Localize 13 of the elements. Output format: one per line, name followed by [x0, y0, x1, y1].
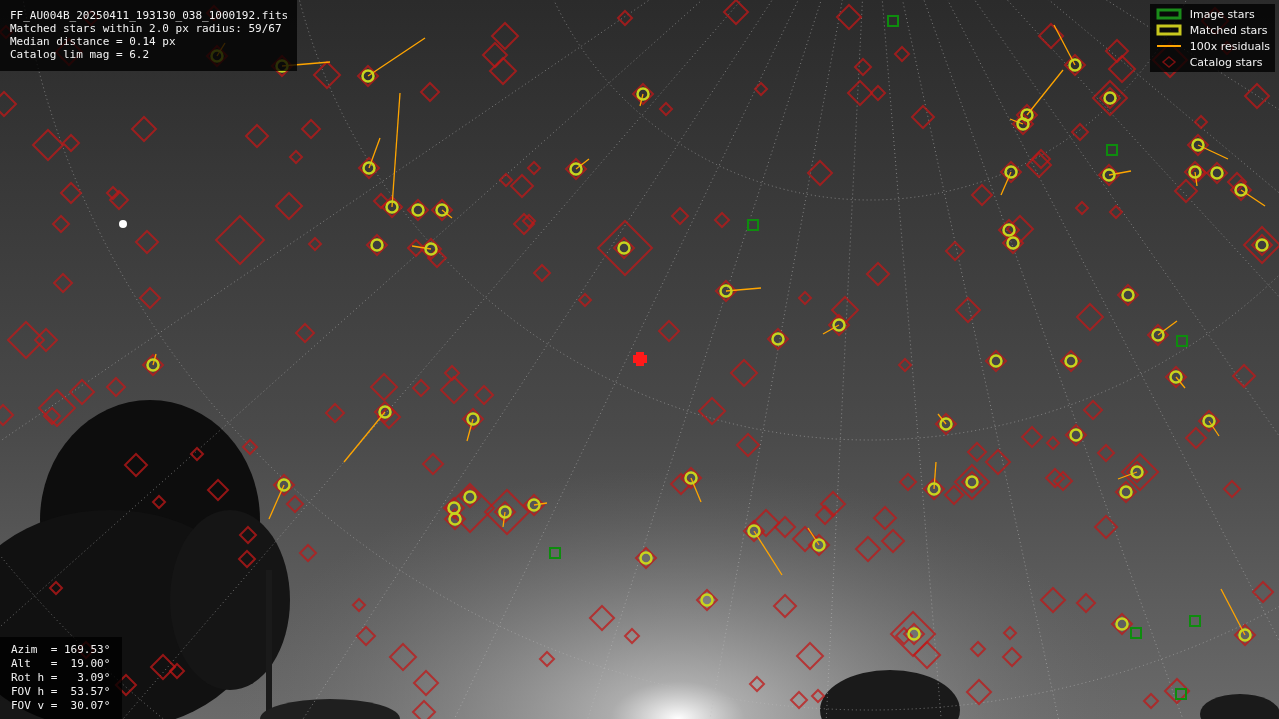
pointing-text: Azim = 169.53° — [11, 643, 111, 657]
legend-label: Matched stars — [1189, 23, 1268, 37]
pointing-text: FOV h = 53.57° — [11, 685, 111, 699]
pointing-text: FOV v = 30.07° — [11, 699, 111, 713]
legend-label: Catalog stars — [1189, 55, 1263, 69]
info-text: Catalog lim mag = 6.2 — [10, 48, 151, 61]
info-text: Median distance = 0.14 px — [10, 35, 177, 48]
pointing-text: Alt = 19.00° — [11, 657, 111, 671]
legend-label: Image stars — [1189, 7, 1255, 21]
legend-label: 100x residuals — [1189, 39, 1270, 53]
info-text: Matched stars within 2.0 px radius: 59/67 — [10, 22, 283, 35]
pointing-text: Rot h = 3.09° — [11, 671, 111, 685]
info-text: FF_AU004B_20250411_193130_038_1000192.fits — [10, 9, 289, 22]
